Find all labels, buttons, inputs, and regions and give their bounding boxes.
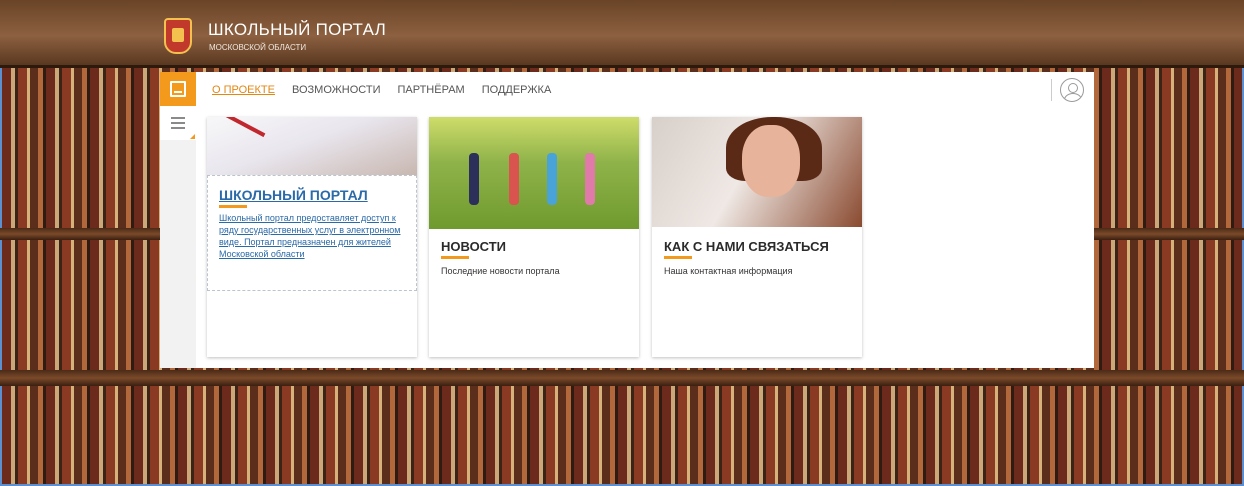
menu-button[interactable]	[160, 106, 196, 140]
nav-item-features[interactable]: ВОЗМОЖНОСТИ	[292, 84, 381, 96]
card-accent-bar	[219, 205, 247, 208]
card-image-writing	[207, 117, 417, 175]
card-title[interactable]: ШКОЛЬНЫЙ ПОРТАЛ	[219, 187, 368, 203]
user-area	[1051, 77, 1084, 103]
card-contacts[interactable]: КАК С НАМИ СВЯЗАТЬСЯ Наша контактная инф…	[652, 117, 862, 357]
site-subtitle: МОСКОВСКОЙ ОБЛАСТИ	[209, 43, 307, 52]
shelf-band	[0, 228, 160, 240]
card-accent-bar	[441, 256, 469, 259]
shelf-band	[1094, 228, 1244, 240]
card-title[interactable]: КАК С НАМИ СВЯЗАТЬСЯ	[664, 239, 829, 254]
main-panel: О ПРОЕКТЕ ВОЗМОЖНОСТИ ПАРТНЁРАМ ПОДДЕРЖК…	[196, 72, 1094, 368]
top-navigation: О ПРОЕКТЕ ВОЗМОЖНОСТИ ПАРТНЁРАМ ПОДДЕРЖК…	[212, 84, 551, 96]
user-account-icon[interactable]	[1060, 78, 1084, 102]
book-icon-button[interactable]	[160, 72, 196, 106]
card-description: Последние новости портала	[441, 266, 560, 276]
card-image-kids-grass	[429, 117, 639, 229]
hamburger-menu-icon	[171, 117, 185, 119]
nav-item-support[interactable]: ПОДДЕРЖКА	[482, 84, 552, 96]
book-icon	[170, 81, 186, 97]
nav-item-partners[interactable]: ПАРТНЁРАМ	[398, 84, 465, 96]
shelf-band	[0, 370, 1244, 386]
emblem-icon[interactable]	[164, 18, 192, 54]
card-accent-bar	[664, 256, 692, 259]
nav-item-about[interactable]: О ПРОЕКТЕ	[212, 84, 275, 96]
site-title[interactable]: ШКОЛЬНЫЙ ПОРТАЛ	[208, 20, 386, 40]
card-description[interactable]: Школьный портал предоставляет доступ к р…	[219, 212, 407, 260]
card-image-woman-phone	[652, 117, 862, 227]
card-title[interactable]: НОВОСТИ	[441, 239, 506, 254]
card-school-portal[interactable]: ШКОЛЬНЫЙ ПОРТАЛ Школьный портал предоста…	[207, 117, 417, 357]
card-description: Наша контактная информация	[664, 266, 793, 276]
sidebar-strip	[160, 140, 196, 368]
divider	[1051, 79, 1052, 101]
card-news[interactable]: НОВОСТИ Последние новости портала	[429, 117, 639, 357]
